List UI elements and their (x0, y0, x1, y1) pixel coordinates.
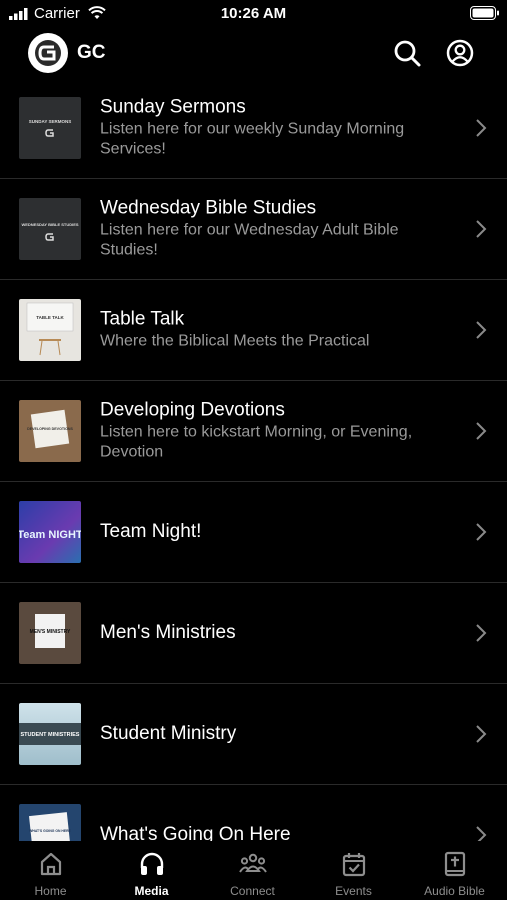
item-subtitle: Where the Biblical Meets the Practical (100, 332, 370, 350)
tab-media[interactable]: Media (101, 841, 202, 900)
thumbnail: STUDENT MINISTRIES (19, 703, 81, 765)
thumb-caption: MEN'S MINISTRY (30, 629, 71, 635)
home-icon (40, 852, 61, 876)
thumb-caption: Team NIGHT (19, 529, 81, 541)
item-text: What's Going On Here (100, 824, 457, 841)
item-title: Sunday Sermons (100, 96, 246, 118)
thumbnail: Team NIGHT (19, 501, 81, 563)
chevron-right-icon (476, 422, 487, 440)
item-text: Wednesday Bible Studies Listen here for … (100, 198, 457, 261)
item-subtitle: Listen here to kickstart Morning, or Eve… (100, 423, 413, 461)
status-bar: Carrier 10:26 AM (0, 0, 507, 28)
list-item[interactable]: STUDENT MINISTRIES Student Ministry (0, 684, 507, 785)
item-title: Wednesday Bible Studies (100, 197, 317, 219)
chevron-right-icon (476, 523, 487, 541)
people-icon (238, 853, 267, 873)
item-title: Men's Ministries (100, 622, 236, 643)
tab-events[interactable]: Events (303, 841, 404, 900)
tab-label: Audio Bible (424, 884, 485, 898)
tab-connect[interactable]: Connect (202, 841, 303, 900)
list-item[interactable]: Team NIGHT Team Night! (0, 482, 507, 583)
list-item[interactable]: DEVELOPING DEVOTIONS Developing Devotion… (0, 381, 507, 482)
thumbnail: TABLE TALK (19, 299, 81, 361)
item-text: Table Talk Where the Biblical Meets the … (100, 309, 457, 352)
headphones-icon (140, 852, 163, 875)
list-item[interactable]: WEDNESDAY BIBLE STUDIES Wednesday Bible … (0, 179, 507, 280)
tab-bar: Home Media Connect Events Audio Bible (0, 841, 507, 900)
list-item[interactable]: WHAT'S GOING ON HERE What's Going On Her… (0, 785, 507, 841)
tab-audio-bible[interactable]: Audio Bible (404, 841, 505, 900)
tab-label: Media (134, 884, 169, 898)
thumbnail: SUNDAY SERMONS (19, 97, 81, 159)
thumb-caption: WEDNESDAY BIBLE STUDIES (21, 222, 78, 227)
item-text: Developing Devotions Listen here to kick… (100, 400, 457, 463)
chevron-right-icon (476, 321, 487, 339)
item-title: Student Ministry (100, 723, 237, 744)
thumbnail: MEN'S MINISTRY (19, 602, 81, 664)
thumb-caption: TABLE TALK (36, 315, 64, 320)
item-text: Student Ministry (100, 723, 457, 745)
profile-icon[interactable] (445, 38, 475, 68)
chevron-right-icon (476, 725, 487, 743)
chevron-right-icon (476, 119, 487, 137)
thumbnail: WEDNESDAY BIBLE STUDIES (19, 198, 81, 260)
bible-icon (444, 851, 465, 877)
thumbnail: WHAT'S GOING ON HERE (19, 804, 81, 841)
tab-home[interactable]: Home (0, 841, 101, 900)
list-item[interactable]: MEN'S MINISTRY Men's Ministries (0, 583, 507, 684)
search-icon[interactable] (392, 38, 422, 68)
list-item[interactable]: SUNDAY SERMONS Sunday Sermons Listen her… (0, 78, 507, 179)
tab-label: Home (34, 884, 67, 898)
clock: 10:26 AM (220, 5, 287, 22)
list-item[interactable]: TABLE TALK Table Talk Where the Biblical… (0, 280, 507, 381)
calendar-icon (342, 853, 365, 877)
thumb-caption: DEVELOPING DEVOTIONS (27, 427, 73, 431)
chevron-right-icon (476, 220, 487, 238)
item-text: Team Night! (100, 521, 457, 543)
item-title: What's Going On Here (100, 824, 291, 841)
item-subtitle: Listen here for our weekly Sunday Mornin… (100, 120, 405, 158)
tab-label: Events (335, 884, 372, 898)
item-title: Table Talk (100, 308, 185, 330)
chevron-right-icon (476, 826, 487, 841)
app-name: GC (77, 42, 106, 63)
item-title: Team Night! (100, 521, 202, 542)
thumb-caption: SUNDAY SERMONS (29, 119, 72, 124)
item-title: Developing Devotions (100, 399, 285, 421)
item-subtitle: Listen here for our Wednesday Adult Bibl… (100, 221, 399, 259)
media-list: SUNDAY SERMONS Sunday Sermons Listen her… (0, 78, 507, 841)
app-header: GC (0, 28, 507, 78)
item-text: Men's Ministries (100, 622, 457, 644)
logo-icon (29, 34, 67, 72)
tab-label: Connect (230, 884, 275, 898)
item-text: Sunday Sermons Listen here for our weekl… (100, 97, 457, 160)
thumbnail: DEVELOPING DEVOTIONS (19, 400, 81, 462)
app-logo[interactable] (28, 33, 68, 73)
battery-icon (470, 6, 499, 20)
chevron-right-icon (476, 624, 487, 642)
thumb-caption: STUDENT MINISTRIES (21, 732, 80, 738)
thumb-caption: WHAT'S GOING ON HERE (29, 829, 71, 833)
